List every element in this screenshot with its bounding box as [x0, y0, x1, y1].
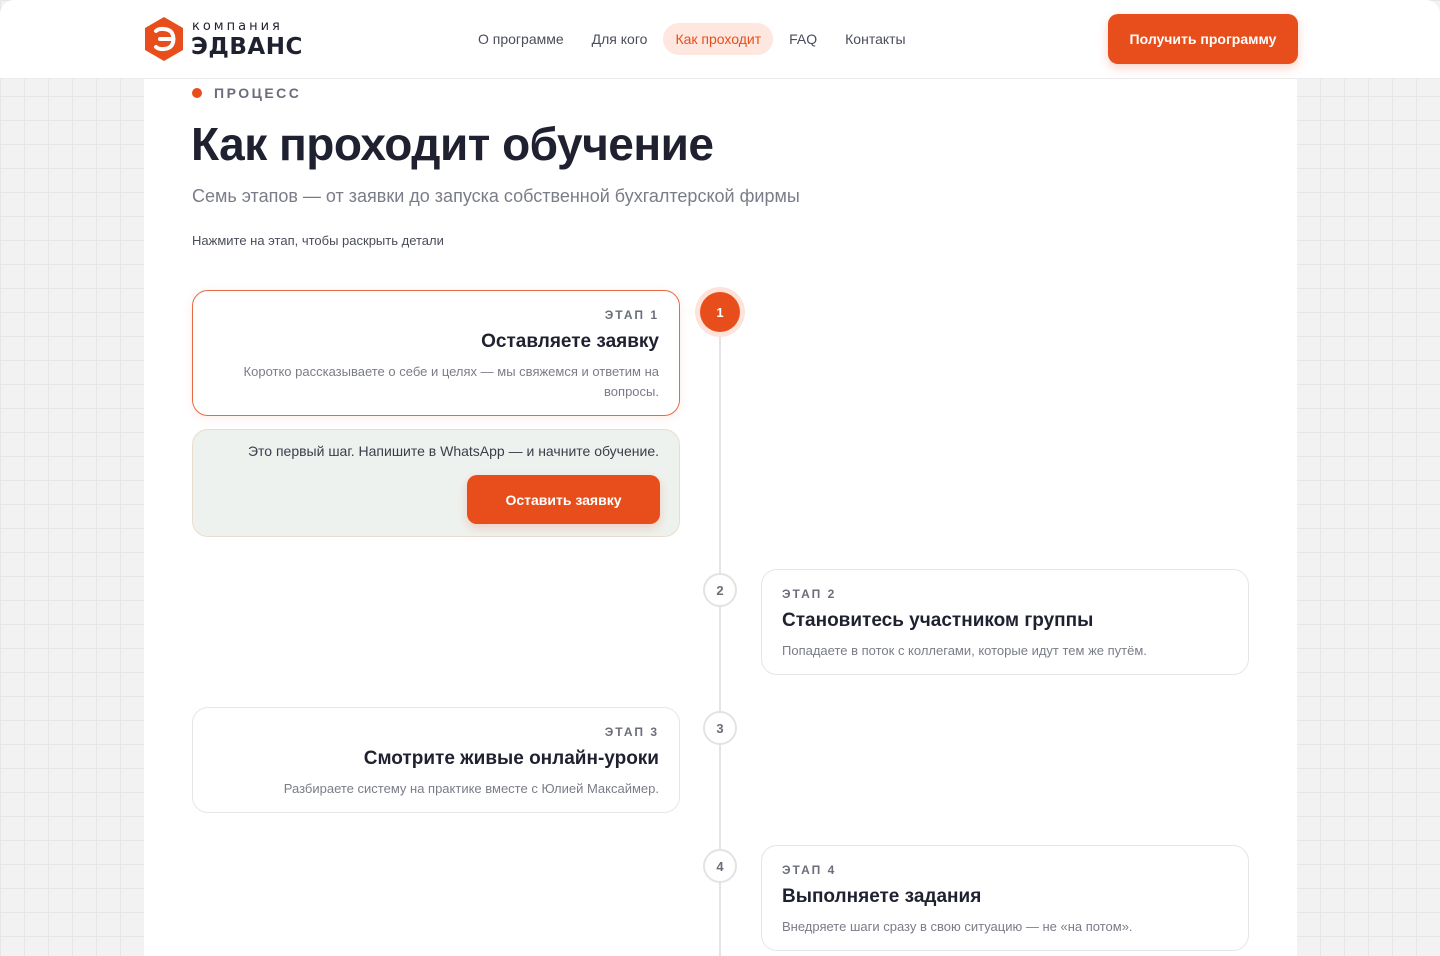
- logo-hexagon-icon: [145, 17, 183, 61]
- section-title: Как проходит обучение: [191, 118, 714, 170]
- submit-application-button[interactable]: Оставить заявку: [467, 475, 660, 524]
- step-1-details-text: Это первый шаг. Напишите в WhatsApp — и …: [247, 443, 659, 459]
- step-node-4[interactable]: 4: [703, 849, 737, 883]
- nav-item-faq[interactable]: FAQ: [777, 23, 829, 55]
- nav-item-about[interactable]: О программе: [466, 23, 576, 55]
- step-title: Оставляете заявку: [481, 331, 659, 352]
- step-title: Выполняете задания: [782, 886, 982, 907]
- section-subtitle: Семь этапов — от заявки до запуска собст…: [192, 186, 800, 206]
- step-node-1[interactable]: 1: [700, 292, 740, 332]
- step-title: Становитесь участником группы: [782, 610, 1094, 631]
- eyebrow-dot-icon: [192, 88, 202, 98]
- company-logo[interactable]: компания ЭДВАНС: [143, 16, 303, 62]
- page-frame: компания ЭДВАНС О программе Для кого Как…: [0, 0, 1440, 956]
- step-label: ЭТАП 2: [782, 587, 837, 601]
- nav-item-audience[interactable]: Для кого: [580, 23, 660, 55]
- get-program-button[interactable]: Получить программу: [1108, 14, 1298, 64]
- step-card-4[interactable]: ЭТАП 4 Выполняете задания Внедряете шаги…: [761, 845, 1249, 951]
- step-card-2[interactable]: ЭТАП 2 Становитесь участником группы Поп…: [761, 569, 1249, 675]
- step-description: Внедряете шаги сразу в свою ситуацию — н…: [782, 919, 1133, 934]
- step-description: Коротко рассказываете о себе и целях — м…: [243, 364, 659, 399]
- step-card-1[interactable]: ЭТАП 1 Оставляете заявку Коротко рассказ…: [192, 290, 680, 416]
- step-label: ЭТАП 1: [604, 308, 659, 322]
- step-label: ЭТАП 4: [782, 863, 837, 877]
- process-section: ПРОЦЕСС Как проходит обучение Семь этапо…: [144, 79, 1297, 956]
- step-description: Разбираете систему на практике вместе с …: [283, 781, 659, 796]
- nav-item-contacts[interactable]: Контакты: [833, 23, 917, 55]
- nav-item-process[interactable]: Как проходит: [663, 23, 774, 55]
- logo-caption: компания: [192, 19, 283, 34]
- eyebrow-label: ПРОЦЕСС: [214, 85, 302, 101]
- step-card-3[interactable]: ЭТАП 3 Смотрите живые онлайн-уроки Разби…: [192, 707, 680, 813]
- step-label: ЭТАП 3: [604, 725, 659, 739]
- main-nav: О программе Для кого Как проходит FAQ Ко…: [466, 22, 922, 56]
- step-1-details: Это первый шаг. Напишите в WhatsApp — и …: [192, 429, 680, 537]
- step-node-3[interactable]: 3: [703, 711, 737, 745]
- section-hint: Нажмите на этап, чтобы раскрыть детали: [192, 233, 444, 248]
- step-node-2[interactable]: 2: [703, 573, 737, 607]
- logo-wordmark: ЭДВАНС: [191, 34, 303, 60]
- site-header: компания ЭДВАНС О программе Для кого Как…: [0, 0, 1440, 79]
- step-description: Попадаете в поток с коллегами, которые и…: [782, 643, 1147, 658]
- section-eyebrow: ПРОЦЕСС: [192, 85, 301, 101]
- step-title: Смотрите живые онлайн-уроки: [363, 748, 659, 769]
